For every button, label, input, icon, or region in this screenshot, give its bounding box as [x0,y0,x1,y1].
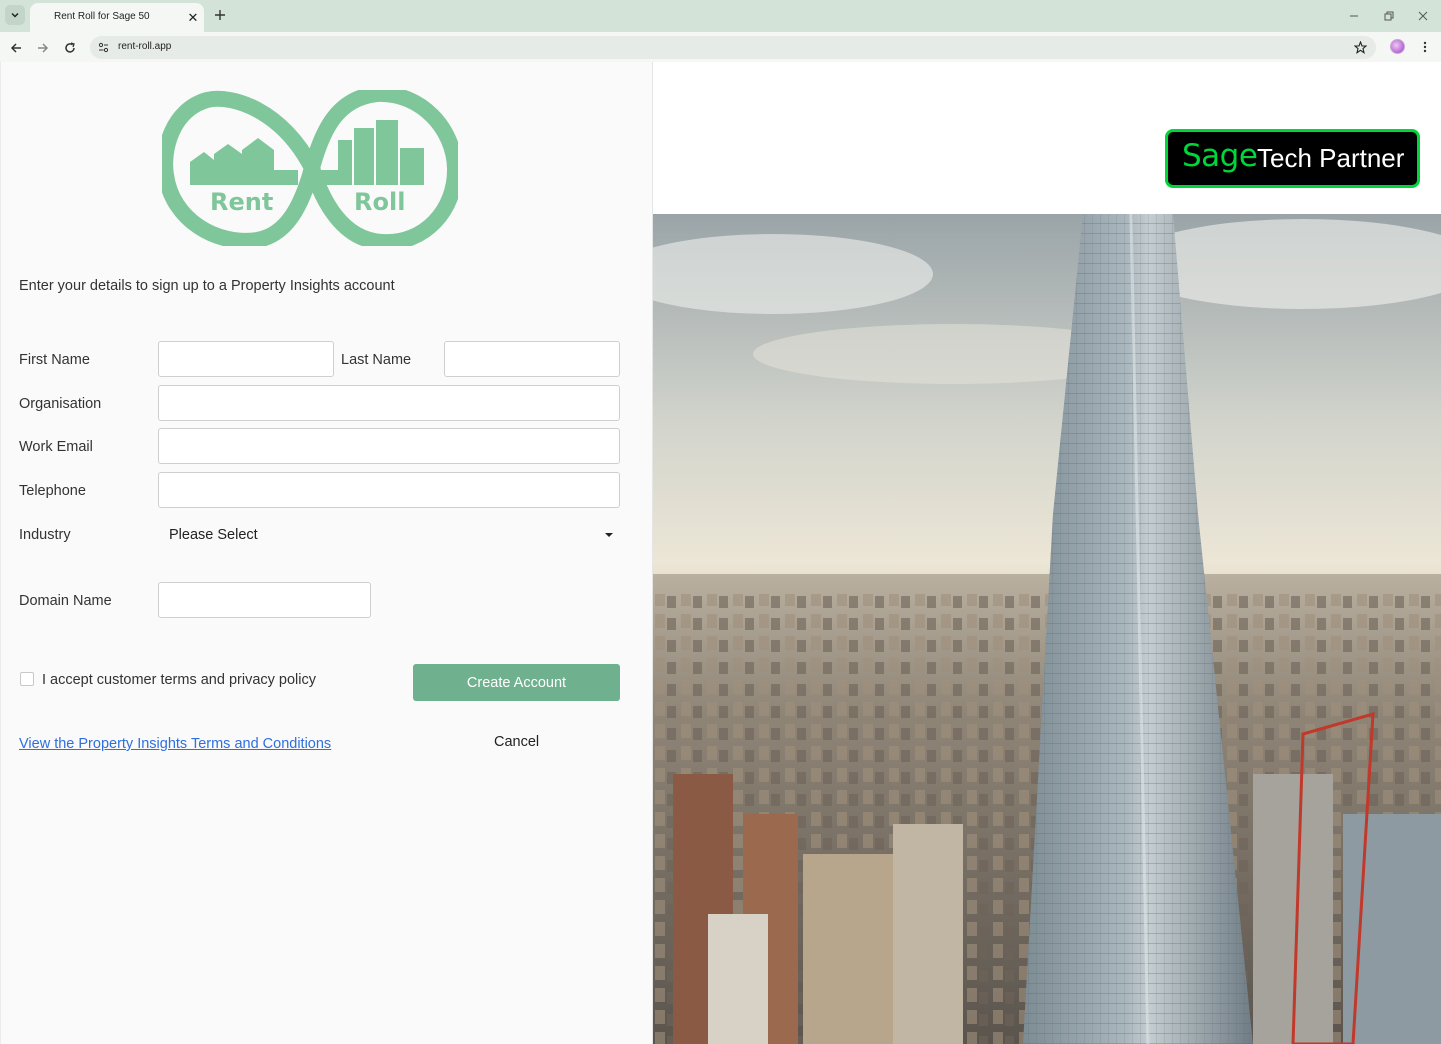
close-icon[interactable]: ✕ [186,10,200,24]
browser-tab[interactable]: Rent Roll for Sage 50 ✕ [30,3,204,32]
signup-panel: Rent Roll Enter your details to sign up … [0,62,652,1044]
hero-panel: Sage Tech Partner [652,62,1441,1044]
back-button[interactable] [7,39,25,57]
work-email-label: Work Email [19,439,93,455]
sage-brand: Sage [1182,138,1258,174]
telephone-field[interactable] [158,472,620,508]
reload-icon [65,42,75,53]
organisation-label: Organisation [19,396,102,412]
tab-search-button[interactable] [5,5,25,25]
restore-button[interactable] [1381,8,1397,24]
city-skyline-image [653,214,1441,1044]
bookmark-star-icon[interactable] [1352,39,1368,55]
browser-tabstrip: Rent Roll for Sage 50 ✕ [0,0,1441,32]
accept-terms-label[interactable]: I accept customer terms and privacy poli… [42,672,316,688]
url-text[interactable]: rent-roll.app [118,41,171,52]
tab-title: Rent Roll for Sage 50 [54,11,150,22]
intro-text: Enter your details to sign up to a Prope… [19,278,395,294]
domain-name-field[interactable] [158,582,371,618]
restore-icon [1384,11,1394,21]
cancel-button[interactable]: Cancel [494,734,539,750]
reload-button[interactable] [61,39,79,57]
tech-partner-text: Tech Partner [1257,143,1405,173]
profile-avatar[interactable] [1390,39,1405,54]
accept-terms-checkbox[interactable] [20,672,34,686]
logo-word-rent: Rent [210,188,273,216]
site-settings-icon[interactable] [96,40,110,54]
domain-name-label: Domain Name [19,593,112,609]
telephone-label: Telephone [19,483,86,499]
industry-label: Industry [19,527,71,543]
minimize-button[interactable] [1346,8,1362,24]
arrow-left-icon [10,43,21,53]
caret-down-icon[interactable] [604,531,614,539]
browser-toolbar: rent-roll.app [0,32,1441,62]
arrow-right-icon [38,43,49,53]
address-bar[interactable]: rent-roll.app [90,36,1376,59]
last-name-label: Last Name [341,352,412,368]
sage-tech-partner-badge: Sage Tech Partner [1165,129,1420,188]
plus-icon [215,10,225,20]
industry-select[interactable]: Please Select [169,527,258,543]
last-name-field[interactable] [444,341,620,377]
logo-word-roll: Roll [354,188,405,216]
window-close-button[interactable] [1415,8,1431,24]
minimize-icon [1350,15,1358,17]
rent-roll-logo: Rent Roll [162,90,458,246]
forward-button[interactable] [34,39,52,57]
organisation-field[interactable] [158,385,620,421]
more-vertical-icon [1423,41,1427,53]
first-name-label: First Name [19,352,90,368]
create-account-button[interactable]: Create Account [413,664,620,701]
work-email-field[interactable] [158,428,620,464]
close-icon [1418,11,1428,21]
new-tab-button[interactable] [211,6,229,24]
terms-link[interactable]: View the Property Insights Terms and Con… [19,736,331,752]
browser-menu-button[interactable] [1418,39,1432,55]
chevron-down-icon [11,12,19,18]
first-name-field[interactable] [158,341,334,377]
